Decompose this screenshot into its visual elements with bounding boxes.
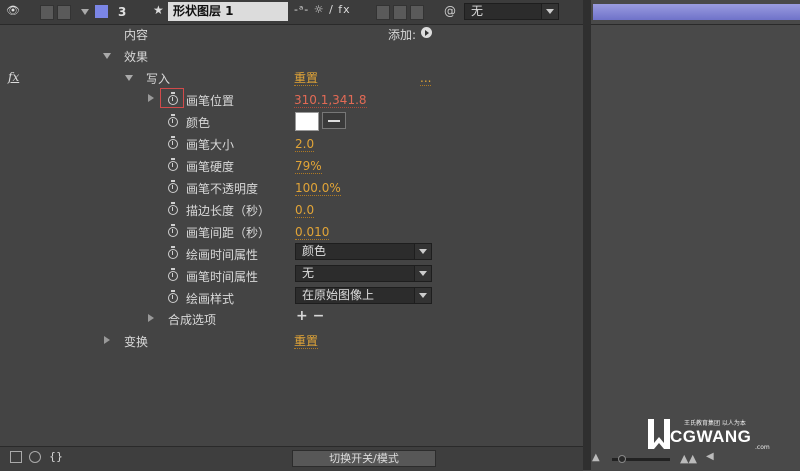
stopwatch-icon[interactable] — [168, 290, 178, 303]
layer-name[interactable]: 形状图层 1 — [168, 2, 288, 21]
add-label: 添加: — [388, 28, 417, 42]
stroke-length-label: 描边长度（秒） — [186, 204, 271, 218]
compositing-add-remove[interactable]: + − — [296, 308, 324, 324]
motion-blur-switch[interactable] — [376, 5, 390, 20]
parent-dropdown[interactable]: 无 — [464, 3, 559, 20]
zoom-in-icon[interactable]: ▲▲ — [680, 452, 697, 465]
chevron-down-icon — [414, 266, 431, 281]
solo-switch[interactable] — [57, 5, 71, 20]
brush-time-props-label: 画笔时间属性 — [186, 270, 259, 284]
toggle-switches-modes-button[interactable]: 切换开关/模式 — [292, 450, 436, 467]
chevron-down-icon — [414, 288, 431, 303]
brush-hardness-label: 画笔硬度 — [186, 160, 235, 174]
cgwang-logo-icon — [648, 419, 670, 449]
brush-position-expand-icon[interactable] — [148, 94, 154, 102]
stopwatch-icon[interactable] — [168, 224, 178, 237]
brush-time-props-dropdown[interactable]: 无 — [295, 265, 432, 282]
timeline-area[interactable] — [591, 0, 800, 470]
stopwatch-icon[interactable] — [168, 158, 178, 171]
parent-pickwhip-icon[interactable]: @ — [444, 4, 456, 18]
layer-switches[interactable]: -ᵃ- ☼ / fx — [294, 3, 351, 16]
brush-opacity-label: 画笔不透明度 — [186, 182, 259, 196]
paint-style-label: 绘画样式 — [186, 292, 235, 306]
layer-label-color[interactable] — [95, 5, 108, 18]
stopwatch-icon[interactable] — [168, 246, 178, 259]
effects-expand-icon[interactable] — [103, 53, 111, 59]
layer-expand-icon[interactable] — [81, 9, 89, 15]
color-label: 颜色 — [186, 116, 211, 130]
panel-divider[interactable] — [583, 0, 591, 470]
transform-label[interactable]: 变换 — [124, 333, 148, 350]
audio-switch[interactable] — [40, 5, 54, 20]
stopwatch-icon[interactable] — [168, 114, 178, 127]
brush-opacity-value[interactable]: 100.0% — [295, 181, 341, 196]
eyedropper-icon[interactable] — [322, 112, 346, 129]
layer-number: 3 — [118, 5, 127, 19]
paint-time-props-value: 颜色 — [302, 244, 327, 258]
transform-reset[interactable]: 重置 — [294, 334, 319, 349]
compositing-label[interactable]: 合成选项 — [168, 311, 216, 328]
brush-hardness-value[interactable]: 79% — [295, 159, 322, 174]
brush-size-value[interactable]: 2.0 — [295, 137, 315, 152]
paint-style-dropdown[interactable]: 在原始图像上 — [295, 287, 432, 304]
parent-value: 无 — [471, 4, 484, 18]
write-on-expand-icon[interactable] — [125, 75, 133, 81]
stopwatch-icon[interactable] — [168, 202, 178, 215]
paint-style-value: 在原始图像上 — [302, 288, 375, 302]
brush-position-label: 画笔位置 — [186, 94, 235, 108]
adjustment-switch[interactable] — [393, 5, 407, 20]
stroke-length-value[interactable]: 0.0 — [295, 203, 315, 218]
zoom-slider-knob[interactable] — [618, 455, 626, 463]
stopwatch-icon[interactable] — [168, 92, 178, 105]
effects-label[interactable]: 效果 — [124, 48, 148, 65]
fx-icon[interactable]: fx — [8, 70, 19, 84]
contents-label[interactable]: 内容 — [124, 26, 148, 43]
watermark-tagline: 王氏教育集团 以人为本 — [684, 420, 746, 427]
comp-flowchart-icon[interactable] — [10, 451, 22, 463]
transform-expand-icon[interactable] — [104, 336, 110, 344]
stopwatch-icon[interactable] — [168, 268, 178, 281]
write-on-reset[interactable]: 重置 — [294, 71, 319, 86]
compositing-expand-icon[interactable] — [148, 314, 154, 322]
shape-layer-star-icon: ★ — [153, 3, 164, 17]
visibility-eye-icon[interactable]: 👁 — [6, 5, 20, 16]
write-on-label[interactable]: 写入 — [146, 70, 170, 87]
chevron-down-icon — [541, 4, 558, 19]
watermark-domain: .com — [755, 444, 770, 451]
layer-duration-bar[interactable] — [593, 4, 800, 20]
scroll-left-icon[interactable]: ◀ — [706, 451, 714, 462]
stopwatch-icon[interactable] — [168, 136, 178, 149]
in-out-icon[interactable]: {} — [49, 450, 63, 463]
paint-time-props-label: 绘画时间属性 — [186, 248, 259, 262]
brush-size-label: 画笔大小 — [186, 138, 235, 152]
watermark-brand: CGWANG — [670, 427, 752, 446]
chevron-down-icon — [414, 244, 431, 259]
add-menu-icon[interactable] — [421, 27, 432, 38]
timeline-row-divider — [591, 24, 800, 25]
color-swatch[interactable] — [295, 112, 319, 131]
brush-spacing-label: 画笔间距（秒） — [186, 226, 271, 240]
stopwatch-icon[interactable] — [168, 180, 178, 193]
3d-layer-switch[interactable] — [410, 5, 424, 20]
brush-position-value[interactable]: 310.1,341.8 — [294, 93, 367, 108]
brush-spacing-value[interactable]: 0.010 — [295, 225, 330, 240]
write-on-options[interactable]: ... — [420, 71, 432, 86]
zoom-out-icon[interactable]: ▲ — [592, 452, 600, 463]
layer-switches-icon[interactable] — [29, 451, 41, 463]
layer-panel — [0, 0, 583, 470]
brush-time-props-value: 无 — [302, 266, 315, 280]
paint-time-props-dropdown[interactable]: 颜色 — [295, 243, 432, 260]
